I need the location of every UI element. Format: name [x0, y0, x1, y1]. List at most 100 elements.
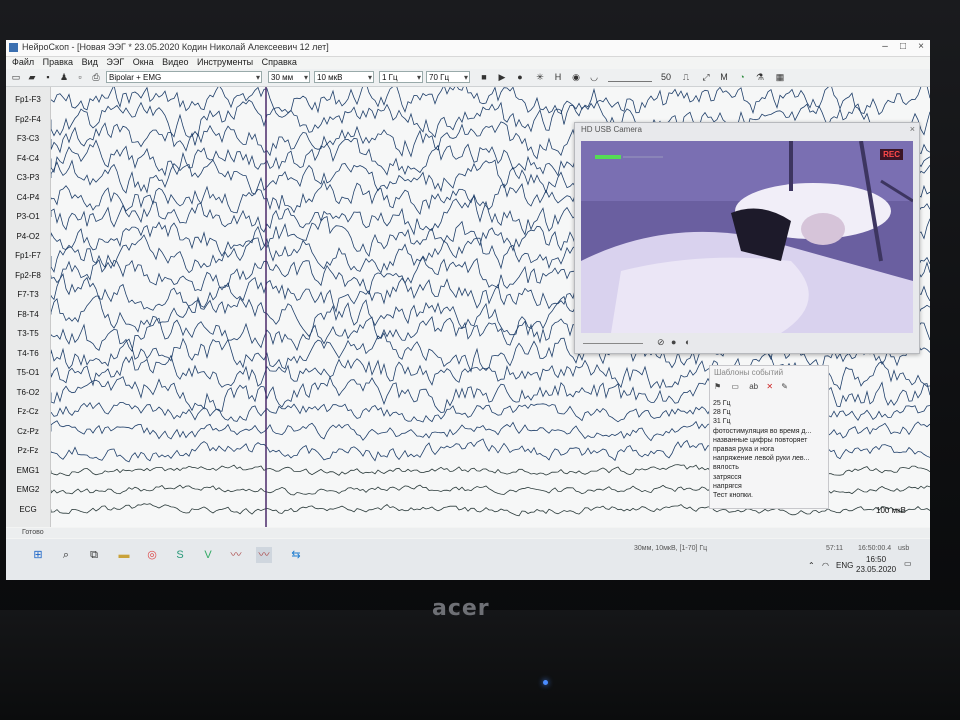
list-item[interactable]: правая рука и нога — [713, 445, 825, 454]
channel-label-f4-c4[interactable]: F4-C4 — [8, 150, 48, 168]
channel-label-fp1-f3[interactable]: Fp1-F3 — [8, 91, 48, 109]
close-button[interactable]: × — [912, 41, 930, 55]
events-new-icon[interactable]: ▭ — [731, 382, 739, 391]
list-item[interactable]: 25 Гц — [713, 399, 825, 408]
list-item[interactable]: Тест кнопки. — [713, 491, 825, 500]
channel-label-pz-fz[interactable]: Pz-Fz — [8, 442, 48, 460]
camera-window[interactable]: HD USB Camera × REC ⊘ ● ◐ — [574, 122, 920, 354]
channel-label-c4-p4[interactable]: C4-P4 — [8, 189, 48, 207]
menu-eeg[interactable]: ЭЭГ — [106, 57, 124, 67]
menu-windows[interactable]: Окна — [133, 57, 154, 67]
skype-icon[interactable]: S — [172, 547, 188, 563]
list-item[interactable]: фотостимуляция во время д... — [713, 427, 825, 436]
channel-label-fp2-f4[interactable]: Fp2-F4 — [8, 111, 48, 129]
montage-select[interactable]: Bipolar + EMG — [106, 71, 262, 84]
channel-label-ecg[interactable]: ECG — [8, 501, 48, 519]
list-item[interactable]: 28 Гц — [713, 408, 825, 417]
events-rename-icon[interactable]: ab — [749, 382, 758, 391]
patient-icon[interactable]: ♟ — [58, 71, 70, 83]
neuroscope-active-icon[interactable]: 〰 — [256, 547, 272, 563]
photostim-icon[interactable]: ✳ — [534, 71, 546, 83]
minimize-button[interactable]: – — [876, 41, 894, 55]
color-wheel-icon[interactable]: ◔ — [736, 71, 748, 83]
high-filter-select[interactable]: 70 Гц — [426, 71, 470, 84]
channel-label-fp2-f8[interactable]: Fp2-F8 — [8, 267, 48, 285]
camera-close-icon[interactable]: × — [910, 124, 915, 134]
events-flag-icon[interactable]: ⚑ — [714, 382, 721, 391]
channel-label-c3-p3[interactable]: C3-P3 — [8, 169, 48, 187]
open-folder-icon[interactable]: ▰ — [26, 71, 38, 83]
neuroscope-app-icon[interactable]: 〰 — [228, 547, 244, 563]
app-icon — [9, 43, 18, 52]
speed-select[interactable]: 30 мм — [268, 71, 310, 84]
status-time-a: 57:11 — [826, 545, 843, 552]
file-explorer-icon[interactable]: ▬ — [116, 547, 132, 563]
camera-settings-icon[interactable]: ⊘ — [657, 337, 665, 348]
new-file-icon[interactable]: ▭ — [10, 71, 22, 83]
channel-label-t4-t6[interactable]: T4-T6 — [8, 345, 48, 363]
stop-icon[interactable]: ■ — [478, 71, 490, 83]
eyes-icon[interactable]: ◉ — [570, 71, 582, 83]
channel-label-fp1-f7[interactable]: Fp1-F7 — [8, 247, 48, 265]
tray-chevron-icon[interactable]: ⌃ — [808, 561, 815, 570]
menu-file[interactable]: Файл — [12, 57, 34, 67]
camera-video-feed: REC — [581, 141, 913, 333]
channel-label-p3-o1[interactable]: P3-O1 — [8, 208, 48, 226]
menu-view[interactable]: Вид — [82, 57, 98, 67]
eyes-closed-icon[interactable]: ◡ — [588, 71, 600, 83]
events-edit-icon[interactable]: ✎ — [781, 382, 788, 391]
clock-date[interactable]: 23.05.2020 — [856, 565, 896, 574]
app-v-icon[interactable]: V — [200, 547, 216, 563]
title-bar: НейроСкоп - [Новая ЭЭГ * 23.05.2020 Коди… — [6, 40, 930, 57]
menu-video[interactable]: Видео — [162, 57, 188, 67]
camera-slider[interactable] — [583, 343, 643, 344]
channel-label-emg1[interactable]: EMG1 — [8, 462, 48, 480]
list-item[interactable]: 31 Гц — [713, 417, 825, 426]
channel-label-fz-cz[interactable]: Fz-Cz — [8, 403, 48, 421]
list-item[interactable]: напрягся — [713, 482, 825, 491]
channel-label-t5-o1[interactable]: T5-O1 — [8, 364, 48, 382]
list-item[interactable]: затрясся — [713, 473, 825, 482]
channel-label-t3-t5[interactable]: T3-T5 — [8, 325, 48, 343]
maximize-button[interactable]: □ — [894, 41, 912, 55]
print-icon[interactable]: ⎙ — [90, 71, 102, 83]
teamviewer-icon[interactable]: ⇆ — [288, 547, 304, 563]
record-icon[interactable]: ● — [514, 71, 526, 83]
save-icon[interactable]: ▪ — [42, 71, 54, 83]
wifi-icon[interactable]: ◠ — [822, 561, 829, 570]
low-filter-select[interactable]: 1 Гц — [379, 71, 423, 84]
sensitivity-select[interactable]: 10 мкВ — [314, 71, 374, 84]
menu-help[interactable]: Справка — [262, 57, 297, 67]
filter-icon[interactable]: ⎍ — [680, 71, 692, 83]
export-icon[interactable]: ▫ — [74, 71, 86, 83]
menu-edit[interactable]: Правка — [43, 57, 73, 67]
list-item[interactable]: названные цифры повторяет — [713, 436, 825, 445]
amplitude-slider[interactable] — [608, 73, 652, 82]
search-icon[interactable]: ⌕ — [58, 547, 74, 563]
channel-label-f7-t3[interactable]: F7-T3 — [8, 286, 48, 304]
list-item[interactable]: напряжение левой руки лев... — [713, 454, 825, 463]
lab-icon[interactable]: ⚗ — [754, 71, 766, 83]
language-indicator[interactable]: ENG — [836, 561, 853, 570]
notification-icon[interactable]: ▭ — [904, 559, 912, 568]
channel-label-p4-o2[interactable]: P4-O2 — [8, 228, 48, 246]
hyperventilation-icon[interactable]: H — [552, 71, 564, 83]
clock-time[interactable]: 16:50 — [866, 555, 886, 564]
channel-label-f8-t4[interactable]: F8-T4 — [8, 306, 48, 324]
task-view-icon[interactable]: ⧉ — [86, 547, 102, 563]
channel-label-cz-pz[interactable]: Cz-Pz — [8, 423, 48, 441]
play-icon[interactable]: ▶ — [496, 71, 508, 83]
camera-record-icon[interactable]: ● — [671, 337, 676, 347]
channel-label-f3-c3[interactable]: F3-C3 — [8, 130, 48, 148]
channel-label-emg2[interactable]: EMG2 — [8, 481, 48, 499]
zoom-icon[interactable]: ⤢ — [700, 71, 712, 83]
windows-start-icon[interactable]: ⊞ — [30, 547, 46, 563]
menu-tools[interactable]: Инструменты — [197, 57, 253, 67]
marker-icon[interactable]: M — [718, 71, 730, 83]
camera-contrast-icon[interactable]: ◐ — [685, 337, 690, 347]
grid-icon[interactable]: ▦ — [774, 71, 786, 83]
events-delete-icon[interactable]: ✕ — [766, 382, 773, 391]
channel-label-t6-o2[interactable]: T6-O2 — [8, 384, 48, 402]
chrome-icon[interactable]: ◎ — [144, 547, 160, 563]
list-item[interactable]: вялость — [713, 463, 825, 472]
